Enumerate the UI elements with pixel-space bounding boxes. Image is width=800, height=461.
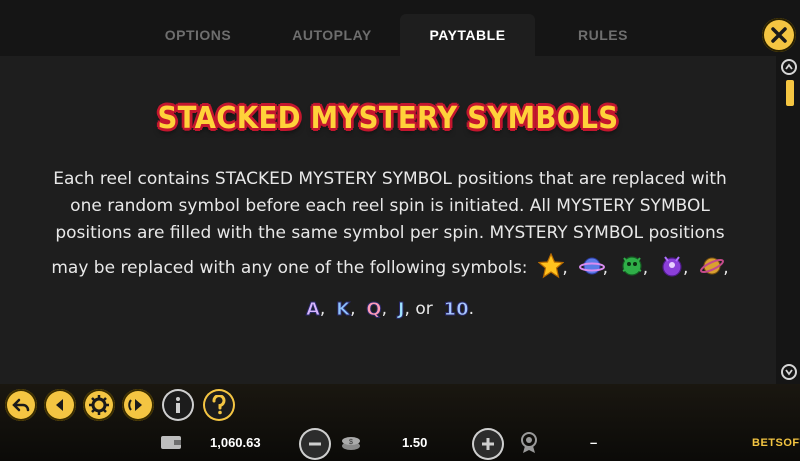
or-word: or bbox=[415, 299, 433, 319]
description-line: one random symbol before each reel spin … bbox=[70, 196, 710, 216]
coin-stack-icon: $ bbox=[342, 437, 360, 450]
scrollbar-thumb[interactable] bbox=[786, 80, 794, 106]
bet-value: 1.50 bbox=[402, 435, 428, 450]
description-line: Each reel contains STACKED MYSTERY SYMBO… bbox=[53, 169, 727, 189]
award-medal-icon bbox=[521, 432, 537, 453]
chevron-down-icon bbox=[785, 369, 793, 376]
description-text: Each reel contains STACKED MYSTERY SYMBO… bbox=[20, 166, 760, 323]
question-mark-icon bbox=[212, 395, 226, 415]
back-button[interactable] bbox=[5, 389, 37, 421]
purple-alien-symbol-icon bbox=[659, 253, 683, 277]
close-button[interactable] bbox=[762, 18, 796, 52]
chevron-up-icon bbox=[785, 63, 793, 70]
previous-page-button[interactable] bbox=[44, 389, 76, 421]
period: . bbox=[468, 299, 475, 319]
scroll-down-button[interactable] bbox=[781, 364, 797, 380]
settings-button[interactable] bbox=[83, 389, 115, 421]
planet-symbol-icon bbox=[578, 253, 605, 277]
win-value: – bbox=[590, 435, 598, 450]
description-line: positions are filled with the same symbo… bbox=[55, 223, 725, 243]
help-button[interactable] bbox=[203, 389, 235, 421]
brand-logo: BETSOFT bbox=[752, 437, 800, 449]
info-icon bbox=[176, 397, 180, 413]
description-line: may be replaced with any one of the foll… bbox=[51, 258, 528, 278]
decrease-bet-button[interactable] bbox=[299, 428, 331, 460]
separator: , bbox=[381, 299, 388, 319]
separator: , bbox=[404, 299, 410, 319]
balance-value: 1,060.63 bbox=[210, 435, 261, 450]
plus-icon bbox=[482, 438, 494, 450]
footer-bar: 1,060.63 $ 1.50 – BETSOFT bbox=[0, 425, 800, 461]
undo-arrow-icon bbox=[12, 398, 30, 412]
tab-paytable[interactable]: PAYTABLE bbox=[400, 14, 535, 56]
tab-rules[interactable]: RULES bbox=[565, 14, 641, 56]
symbol-letter-q: Q bbox=[366, 299, 382, 321]
symbol-row: may be replaced with any one of the foll… bbox=[20, 252, 760, 282]
wallet-icon bbox=[161, 436, 181, 449]
golden-planet-symbol-icon bbox=[699, 253, 725, 277]
tab-autoplay[interactable]: AUTOPLAY bbox=[280, 14, 384, 56]
gear-icon bbox=[89, 395, 109, 415]
play-left-icon bbox=[56, 399, 63, 411]
section-title: STACKED MYSTERY SYMBOLS bbox=[157, 101, 619, 136]
increase-bet-button[interactable] bbox=[472, 428, 504, 460]
play-right-icon bbox=[128, 399, 142, 411]
separator: , bbox=[350, 299, 356, 319]
separator: , bbox=[319, 299, 326, 319]
star-symbol-icon bbox=[537, 252, 565, 279]
symbol-letter-k: K bbox=[336, 299, 351, 321]
svg-text:$: $ bbox=[349, 439, 353, 446]
symbol-letter-10: 10 bbox=[443, 299, 469, 321]
close-icon bbox=[771, 27, 787, 43]
symbol-letter-j: J bbox=[397, 299, 405, 321]
tab-bar: OPTIONS AUTOPLAY PAYTABLE RULES bbox=[0, 0, 800, 56]
tab-options[interactable]: OPTIONS bbox=[150, 14, 246, 56]
info-button[interactable] bbox=[162, 389, 194, 421]
green-alien-symbol-icon bbox=[619, 253, 643, 277]
symbol-letter-a: A bbox=[305, 299, 320, 321]
scroll-up-button[interactable] bbox=[781, 59, 797, 75]
letters-row: A, K, Q, J, or 10. bbox=[20, 296, 760, 323]
minus-icon bbox=[309, 442, 321, 446]
next-page-button[interactable] bbox=[122, 389, 154, 421]
